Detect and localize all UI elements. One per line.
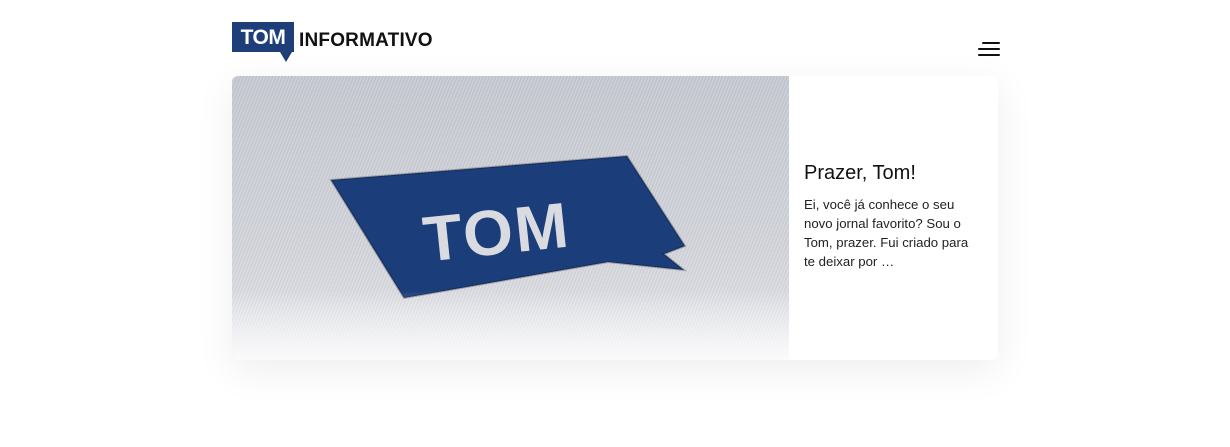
site-logo[interactable]: TOM INFORMATIVO <box>232 22 433 64</box>
menu-line <box>978 48 1000 50</box>
menu-line <box>978 54 1000 56</box>
image-logo-text: TOM <box>420 189 574 276</box>
page: TOM INFORMATIVO TOM Prazer, Tom! Ei, voc… <box>0 0 1230 447</box>
featured-post-body: Prazer, Tom! Ei, você já conhece o seu n… <box>804 162 974 271</box>
logo-wordmark: INFORMATIVO <box>299 30 433 51</box>
menu-line <box>982 42 1000 44</box>
featured-post-image[interactable]: TOM <box>232 76 789 360</box>
image-fade-overlay <box>232 290 789 360</box>
featured-post-card[interactable]: TOM Prazer, Tom! Ei, você já conhece o s… <box>232 76 998 360</box>
post-excerpt: Ei, você já conhece o seu novo jornal fa… <box>804 197 969 269</box>
post-title[interactable]: Prazer, Tom! <box>804 162 974 185</box>
logo-mark: TOM <box>232 22 294 62</box>
hamburger-menu-icon[interactable] <box>976 40 1002 60</box>
